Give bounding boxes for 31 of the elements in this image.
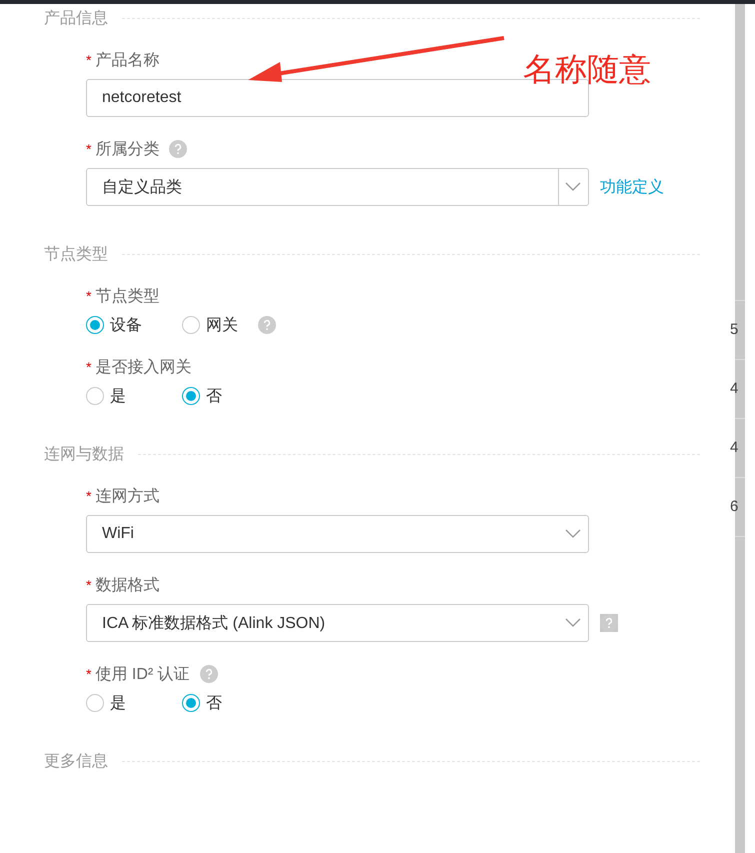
field-label: 节点类型: [95, 286, 160, 306]
required-mark: *: [86, 488, 92, 504]
required-mark: *: [86, 577, 92, 593]
table-cell: 4: [730, 380, 738, 397]
radio-option[interactable]: 是: [86, 386, 182, 406]
table-cell: 5: [730, 321, 738, 338]
field-label: 是否接入网关: [95, 358, 192, 378]
radio-option[interactable]: 否: [182, 386, 278, 406]
field-label: 使用 ID² 认证: [95, 664, 190, 684]
table-cell: 4: [730, 439, 738, 456]
section-title: 产品信息: [44, 8, 108, 28]
radio-option[interactable]: 网关: [182, 314, 278, 336]
required-mark: *: [86, 52, 92, 68]
dropdown[interactable]: WiFi: [86, 515, 589, 553]
field-label: 连网方式: [95, 486, 160, 506]
required-mark: *: [86, 666, 92, 682]
dropdown[interactable]: ICA 标准数据格式 (Alink JSON): [86, 604, 589, 642]
radio-option[interactable]: 是: [86, 692, 182, 714]
section-title: 更多信息: [44, 752, 108, 772]
field-label: 数据格式: [95, 576, 160, 596]
required-mark: *: [86, 141, 92, 157]
section-title: 连网与数据: [44, 444, 124, 464]
required-mark: *: [86, 288, 92, 304]
radio-option[interactable]: 否: [182, 692, 278, 714]
required-mark: *: [86, 359, 92, 375]
field-label: 所属分类: [95, 140, 160, 160]
radio-option[interactable]: 设备: [86, 314, 182, 336]
dropdown[interactable]: 自定义品类: [86, 168, 589, 206]
field-label: 产品名称: [95, 50, 160, 70]
section-title: 节点类型: [44, 244, 108, 264]
table-cell: 6: [730, 498, 738, 515]
